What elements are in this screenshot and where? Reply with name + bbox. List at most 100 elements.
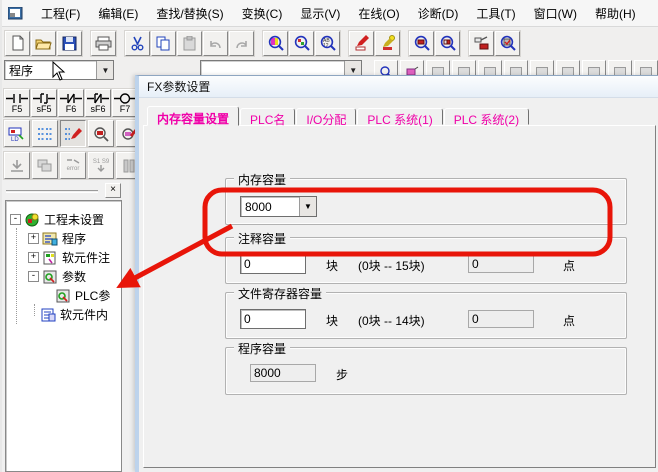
contact-switch-button[interactable] bbox=[469, 31, 494, 56]
panel-splitter[interactable]: × bbox=[5, 183, 133, 199]
expand-box-icon[interactable]: + bbox=[28, 233, 39, 244]
tree-node-device-comment[interactable]: + 软元件注 bbox=[6, 248, 121, 267]
menu-window[interactable]: 窗口(W) bbox=[525, 2, 586, 25]
menu-find-replace[interactable]: 查找/替换(S) bbox=[147, 2, 232, 25]
monitor-icon bbox=[93, 126, 110, 142]
tab-memory-capacity[interactable]: 内存容量设置 bbox=[147, 106, 239, 126]
close-contact-icon bbox=[33, 93, 55, 104]
error-jump-button-disabled[interactable]: error bbox=[60, 152, 86, 179]
file-register-capacity-group: 文件寄存器容量 块 (0块 -- 14块) 0 点 bbox=[225, 292, 627, 339]
collapse-box-icon[interactable]: - bbox=[28, 271, 39, 282]
monitor-button[interactable] bbox=[88, 120, 114, 147]
tree-item-label: 软元件内 bbox=[60, 306, 108, 323]
open-branch-button[interactable]: F6 bbox=[58, 89, 84, 117]
new-file-icon bbox=[10, 35, 26, 51]
memory-capacity-tab-panel: 内存容量 8000 ▼ 注释容量 块 (0块 -- 15块) 0 点 bbox=[143, 125, 656, 468]
step-run-button-disabled[interactable] bbox=[4, 152, 30, 179]
memory-capacity-combobox[interactable]: 8000 ▼ bbox=[240, 196, 317, 217]
chevron-down-icon[interactable]: ▼ bbox=[96, 61, 113, 79]
menu-view[interactable]: 显示(V) bbox=[291, 2, 349, 25]
copy-icon bbox=[156, 36, 171, 51]
tree-item-label: PLC参 bbox=[75, 287, 110, 304]
find-device-icon bbox=[294, 35, 310, 51]
tree-node-plc-parameter[interactable]: PLC参 bbox=[6, 286, 121, 305]
open-contact-button[interactable]: F5 bbox=[4, 89, 30, 117]
block-unit-label: 块 bbox=[326, 312, 338, 329]
menu-online[interactable]: 在线(O) bbox=[349, 2, 408, 25]
cut-button[interactable] bbox=[125, 31, 150, 56]
open-file-button[interactable] bbox=[31, 31, 56, 56]
find-contact-button[interactable] bbox=[263, 31, 288, 56]
tab-plc-system-1[interactable]: PLC 系统(1) bbox=[357, 108, 442, 125]
menu-tools[interactable]: 工具(T) bbox=[467, 2, 524, 25]
tree-node-project-root[interactable]: - 工程未设置 bbox=[6, 210, 121, 229]
memory-capacity-value: 8000 bbox=[245, 200, 272, 214]
tree-node-parameter[interactable]: - 参数 bbox=[6, 267, 121, 286]
mode-toolbar: LD bbox=[4, 120, 144, 147]
close-branch-button[interactable]: sF6 bbox=[85, 89, 111, 117]
point-unit-label: 点 bbox=[563, 257, 575, 274]
coil-icon bbox=[114, 93, 136, 104]
contact-switch-icon bbox=[474, 36, 490, 50]
tree-root-label: 工程未设置 bbox=[44, 211, 104, 228]
error-jump-icon bbox=[65, 159, 81, 166]
cascade-windows-button-disabled[interactable] bbox=[32, 152, 58, 179]
find-device-button[interactable] bbox=[289, 31, 314, 56]
splitter-groove[interactable] bbox=[6, 190, 98, 193]
app-icon bbox=[8, 7, 24, 20]
program-type-combobox[interactable]: 程序 ▼ bbox=[4, 60, 114, 80]
paste-icon bbox=[182, 36, 197, 51]
paste-button[interactable] bbox=[177, 31, 202, 56]
dialog-body: 内存容量设置 PLC名 I/O分配 PLC 系统(1) PLC 系统(2) 内存… bbox=[139, 99, 658, 472]
program-type-value: 程序 bbox=[9, 62, 33, 79]
redo-button[interactable] bbox=[229, 31, 254, 56]
tab-io-assignment[interactable]: I/O分配 bbox=[296, 108, 356, 125]
scissors-icon bbox=[130, 36, 145, 51]
menu-edit[interactable]: 编辑(E) bbox=[89, 2, 147, 25]
undo-button[interactable] bbox=[203, 31, 228, 56]
expand-box-icon[interactable]: + bbox=[28, 252, 39, 263]
write-edit-button[interactable] bbox=[60, 120, 86, 147]
zoom-write-button[interactable] bbox=[435, 31, 460, 56]
menu-diagnostics[interactable]: 诊断(D) bbox=[409, 2, 468, 25]
comment-blocks-input[interactable] bbox=[240, 254, 306, 274]
device-memory-icon bbox=[40, 308, 57, 322]
monitor-check-button[interactable] bbox=[495, 31, 520, 56]
zoom-readout-button[interactable] bbox=[409, 31, 434, 56]
save-button[interactable] bbox=[57, 31, 82, 56]
tree-node-program[interactable]: + 程序 bbox=[6, 229, 121, 248]
tab-plc-system-2[interactable]: PLC 系统(2) bbox=[444, 108, 529, 125]
copy-button[interactable] bbox=[151, 31, 176, 56]
ladder-logic-button[interactable]: LD bbox=[4, 120, 30, 147]
write-edit-icon bbox=[64, 126, 82, 142]
group-label: 文件寄存器容量 bbox=[234, 285, 326, 302]
monitor-mode-button[interactable] bbox=[375, 31, 400, 56]
fkey-label: F5 bbox=[12, 105, 23, 114]
write-mode-button[interactable] bbox=[349, 31, 374, 56]
tree-item-label: 程序 bbox=[62, 230, 86, 247]
comment-capacity-group: 注释容量 块 (0块 -- 15块) 0 点 bbox=[225, 237, 627, 284]
tab-plc-name[interactable]: PLC名 bbox=[240, 108, 295, 125]
new-file-button[interactable] bbox=[5, 31, 30, 56]
project-tree-panel: - 工程未设置 + 程序 + 软元件注 - 参数 PLC参 软元件内 bbox=[5, 200, 122, 472]
menu-convert[interactable]: 变换(C) bbox=[233, 2, 292, 25]
step-range-button-disabled[interactable]: S1 S9 bbox=[88, 152, 114, 179]
menu-project[interactable]: 工程(F) bbox=[32, 2, 89, 25]
open-contact-icon bbox=[6, 93, 28, 104]
group-label: 注释容量 bbox=[234, 230, 290, 247]
tree-node-device-memory[interactable]: 软元件内 bbox=[6, 305, 121, 324]
close-contact-button[interactable]: sF5 bbox=[31, 89, 57, 117]
dialog-title-bar[interactable]: FX参数设置 bbox=[139, 76, 658, 98]
step-run-icon bbox=[9, 159, 25, 173]
chevron-down-icon[interactable]: ▼ bbox=[299, 197, 316, 216]
collapse-box-icon[interactable]: - bbox=[10, 214, 21, 225]
menu-help[interactable]: 帮助(H) bbox=[586, 2, 645, 25]
print-button[interactable] bbox=[91, 31, 116, 56]
find-string-button[interactable]: AB12 bbox=[315, 31, 340, 56]
find-string-icon: AB12 bbox=[320, 35, 336, 51]
device-comment-icon bbox=[42, 251, 59, 265]
close-panel-button[interactable]: × bbox=[105, 183, 121, 198]
memory-capacity-group: 内存容量 8000 ▼ bbox=[225, 178, 627, 225]
list-view-button[interactable] bbox=[32, 120, 58, 147]
file-register-blocks-input[interactable] bbox=[240, 309, 306, 329]
